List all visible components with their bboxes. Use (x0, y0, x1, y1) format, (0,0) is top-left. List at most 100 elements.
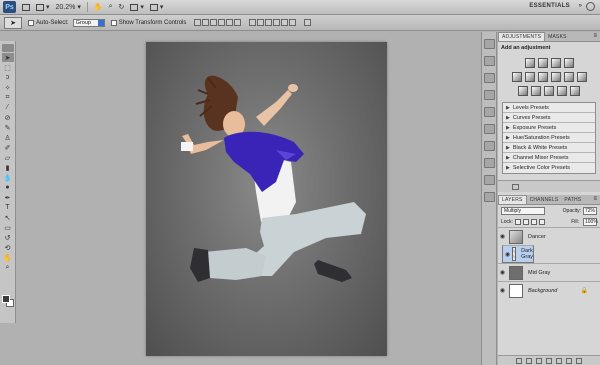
marquee-tool[interactable]: ⬚ (2, 63, 14, 72)
visibility-eye-icon[interactable]: ◉ (498, 287, 507, 294)
rotate-view-button[interactable]: ↻ (119, 2, 125, 13)
new-adjustment-layer-icon[interactable] (546, 357, 552, 364)
blend-mode-dropdown[interactable]: Multiply (501, 207, 545, 215)
add-mask-icon[interactable] (536, 357, 542, 364)
new-layer-icon[interactable] (566, 357, 572, 364)
bridge-button[interactable] (22, 2, 30, 13)
histogram-panel-icon[interactable] (483, 107, 495, 117)
align-right-icon[interactable] (234, 19, 242, 26)
zoom-tool[interactable]: ⌕ (2, 263, 14, 272)
opacity-input[interactable]: 72% (583, 207, 597, 215)
channel-mixer-icon[interactable] (576, 72, 587, 82)
hand-tool[interactable]: ✋ (2, 253, 14, 262)
distribute-right-icon[interactable] (289, 19, 297, 26)
lock-transparency-icon[interactable] (514, 219, 521, 225)
layer-row-background[interactable]: ◉ Background 🔒 (498, 281, 600, 299)
fill-input[interactable]: 100% (583, 218, 598, 226)
auto-align-icon[interactable] (304, 19, 312, 26)
clone-stamp-tool[interactable]: ♙ (2, 133, 14, 142)
align-left-icon[interactable] (218, 19, 226, 26)
eyedropper-tool[interactable]: ⁄ (2, 103, 14, 112)
brightness-contrast-icon[interactable] (524, 58, 535, 68)
hand-tool-button[interactable]: ✋ (94, 2, 103, 13)
tab-paths[interactable]: PATHS (561, 196, 584, 204)
foreground-color-swatch[interactable] (2, 295, 10, 303)
document-canvas[interactable] (146, 42, 387, 356)
hue-saturation-icon[interactable] (524, 72, 535, 82)
distribute-hcenter-icon[interactable] (281, 19, 289, 26)
auto-select-dropdown[interactable]: Group (72, 18, 105, 27)
posterize-icon[interactable] (531, 86, 541, 96)
eraser-tool[interactable]: ▱ (2, 153, 14, 162)
clip-layer-icon[interactable] (512, 183, 519, 190)
layer-row-mid-gray[interactable]: ◉ Mid Gray (498, 263, 600, 281)
blur-tool[interactable]: 💧 (2, 173, 14, 182)
align-top-icon[interactable] (194, 19, 202, 26)
threshold-icon[interactable] (544, 86, 554, 96)
distribute-bottom-icon[interactable] (265, 19, 273, 26)
info-panel-icon[interactable] (483, 124, 495, 134)
exposure-icon[interactable] (563, 58, 574, 68)
type-tool[interactable]: T (2, 203, 14, 212)
brushes-panel-icon[interactable] (483, 192, 495, 202)
new-group-icon[interactable] (556, 357, 562, 364)
history-brush-tool[interactable]: ✐ (2, 143, 14, 152)
lock-all-icon[interactable] (538, 219, 545, 225)
levels-icon[interactable] (537, 58, 548, 68)
preset-item[interactable]: ▶ Levels Presets (503, 103, 595, 113)
tab-channels[interactable]: CHANNELS (527, 196, 562, 204)
preset-item[interactable]: ▶ Selective Color Presets (503, 163, 595, 173)
move-tool[interactable]: ➤ (1, 53, 14, 62)
tab-masks[interactable]: MASKS (545, 33, 570, 41)
panel-menu-icon[interactable]: ≡ (593, 33, 597, 39)
layer-style-icon[interactable] (526, 357, 532, 364)
workspace-switcher[interactable]: ESSENTIALS (529, 3, 570, 9)
color-balance-icon[interactable] (537, 72, 548, 82)
layer-row-dark-gray[interactable]: ◉ Dark Gray (502, 245, 534, 263)
distribute-vcenter-icon[interactable] (257, 19, 265, 26)
pen-tool[interactable]: ✒ (2, 193, 14, 202)
visibility-eye-icon[interactable]: ◉ (498, 269, 507, 276)
toolbox-titlebar[interactable] (1, 44, 14, 52)
path-selection-tool[interactable]: ↖ (2, 213, 14, 222)
lock-pixels-icon[interactable] (522, 219, 529, 225)
visibility-eye-icon[interactable]: ◉ (498, 233, 507, 240)
align-bottom-icon[interactable] (210, 19, 218, 26)
preset-item[interactable]: ▶ Hue/Saturation Presets (503, 133, 595, 143)
lock-position-icon[interactable] (530, 219, 537, 225)
3d-rotate-tool[interactable]: ↺ (2, 233, 14, 242)
quick-selection-tool[interactable]: ✧ (2, 83, 14, 92)
workspace-menu-icon[interactable]: » (579, 3, 582, 9)
character-panel-icon[interactable] (483, 141, 495, 151)
zoom-level[interactable]: 20.2% ▾ (56, 2, 81, 13)
paragraph-panel-icon[interactable] (483, 158, 495, 168)
distribute-top-icon[interactable] (249, 19, 257, 26)
selective-color-icon[interactable] (570, 86, 580, 96)
screen-mode-button[interactable]: ▾ (149, 2, 163, 13)
distribute-left-icon[interactable] (273, 19, 281, 26)
link-layers-icon[interactable] (516, 357, 522, 364)
zoom-tool-button[interactable]: ⌕ (109, 2, 113, 13)
view-extras-button[interactable]: ▾ (36, 2, 50, 13)
auto-select-checkbox[interactable] (28, 19, 34, 26)
align-vcenter-icon[interactable] (202, 19, 210, 26)
layer-row-dancer[interactable]: ◉ Dancer (498, 227, 600, 245)
gradient-map-icon[interactable] (557, 86, 567, 96)
tab-layers[interactable]: LAYERS (498, 195, 527, 204)
preset-item[interactable]: ▶ Channel Mixer Presets (503, 153, 595, 163)
show-transform-checkbox[interactable] (110, 19, 117, 26)
shape-tool[interactable]: ▭ (2, 223, 14, 232)
healing-brush-tool[interactable]: ⊘ (2, 113, 14, 122)
tool-preset-picker[interactable]: ➤ (4, 16, 22, 29)
align-hcenter-icon[interactable] (226, 19, 234, 26)
clone-source-panel-icon[interactable] (483, 175, 495, 185)
visibility-eye-icon[interactable]: ◉ (505, 251, 510, 258)
invert-icon[interactable] (518, 86, 528, 96)
preset-item[interactable]: ▶ Black & White Presets (503, 143, 595, 153)
dodge-tool[interactable]: ● (2, 183, 14, 192)
panel-menu-icon[interactable]: ≡ (593, 196, 597, 202)
preset-item[interactable]: ▶ Exposure Presets (503, 123, 595, 133)
delete-layer-icon[interactable] (576, 357, 582, 364)
preset-item[interactable]: ▶ Curves Presets (503, 113, 595, 123)
history-panel-icon[interactable] (483, 39, 495, 49)
